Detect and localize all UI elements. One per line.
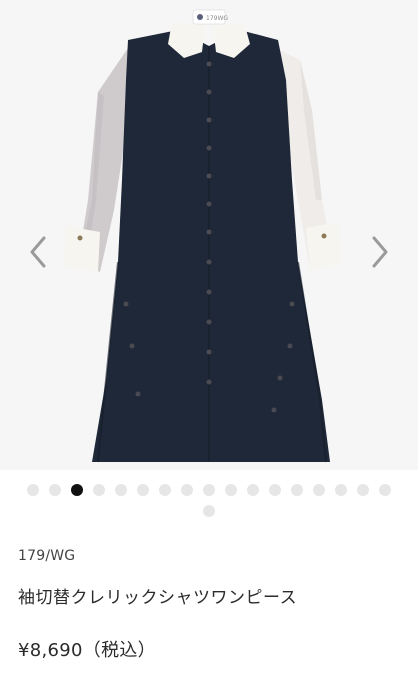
pagination-dot[interactable] — [313, 484, 325, 496]
pagination-dot[interactable] — [203, 505, 215, 517]
pagination-dot[interactable] — [335, 484, 347, 496]
product-price: ¥8,690（税込） — [18, 640, 156, 661]
product-image: 179WG — [0, 0, 418, 470]
product-image-carousel[interactable]: 179WG — [0, 0, 418, 470]
pagination-dot[interactable] — [49, 484, 61, 496]
pagination-dot[interactable] — [291, 484, 303, 496]
pagination-dot[interactable] — [225, 484, 237, 496]
pagination-dot[interactable] — [247, 484, 259, 496]
next-image-button[interactable] — [366, 232, 394, 272]
pagination-dot[interactable] — [93, 484, 105, 496]
product-title: 袖切替クレリックシャツワンピース — [18, 588, 298, 608]
pagination-dot-active[interactable] — [71, 484, 83, 496]
pagination-dot[interactable] — [269, 484, 281, 496]
brand-name[interactable]: 179/WG — [18, 548, 75, 564]
pagination-dot[interactable] — [357, 484, 369, 496]
chevron-right-icon — [372, 236, 388, 268]
previous-image-button[interactable] — [24, 232, 52, 272]
pagination-dot[interactable] — [27, 484, 39, 496]
pagination-dot[interactable] — [159, 484, 171, 496]
chevron-left-icon — [30, 236, 46, 268]
pagination-dot[interactable] — [115, 484, 127, 496]
pagination-dot[interactable] — [181, 484, 193, 496]
brand-tag-text: 179WG — [206, 15, 228, 22]
pagination-dot[interactable] — [137, 484, 149, 496]
pagination-dot[interactable] — [379, 484, 391, 496]
carousel-pagination — [0, 484, 418, 517]
pagination-dot[interactable] — [203, 484, 215, 496]
